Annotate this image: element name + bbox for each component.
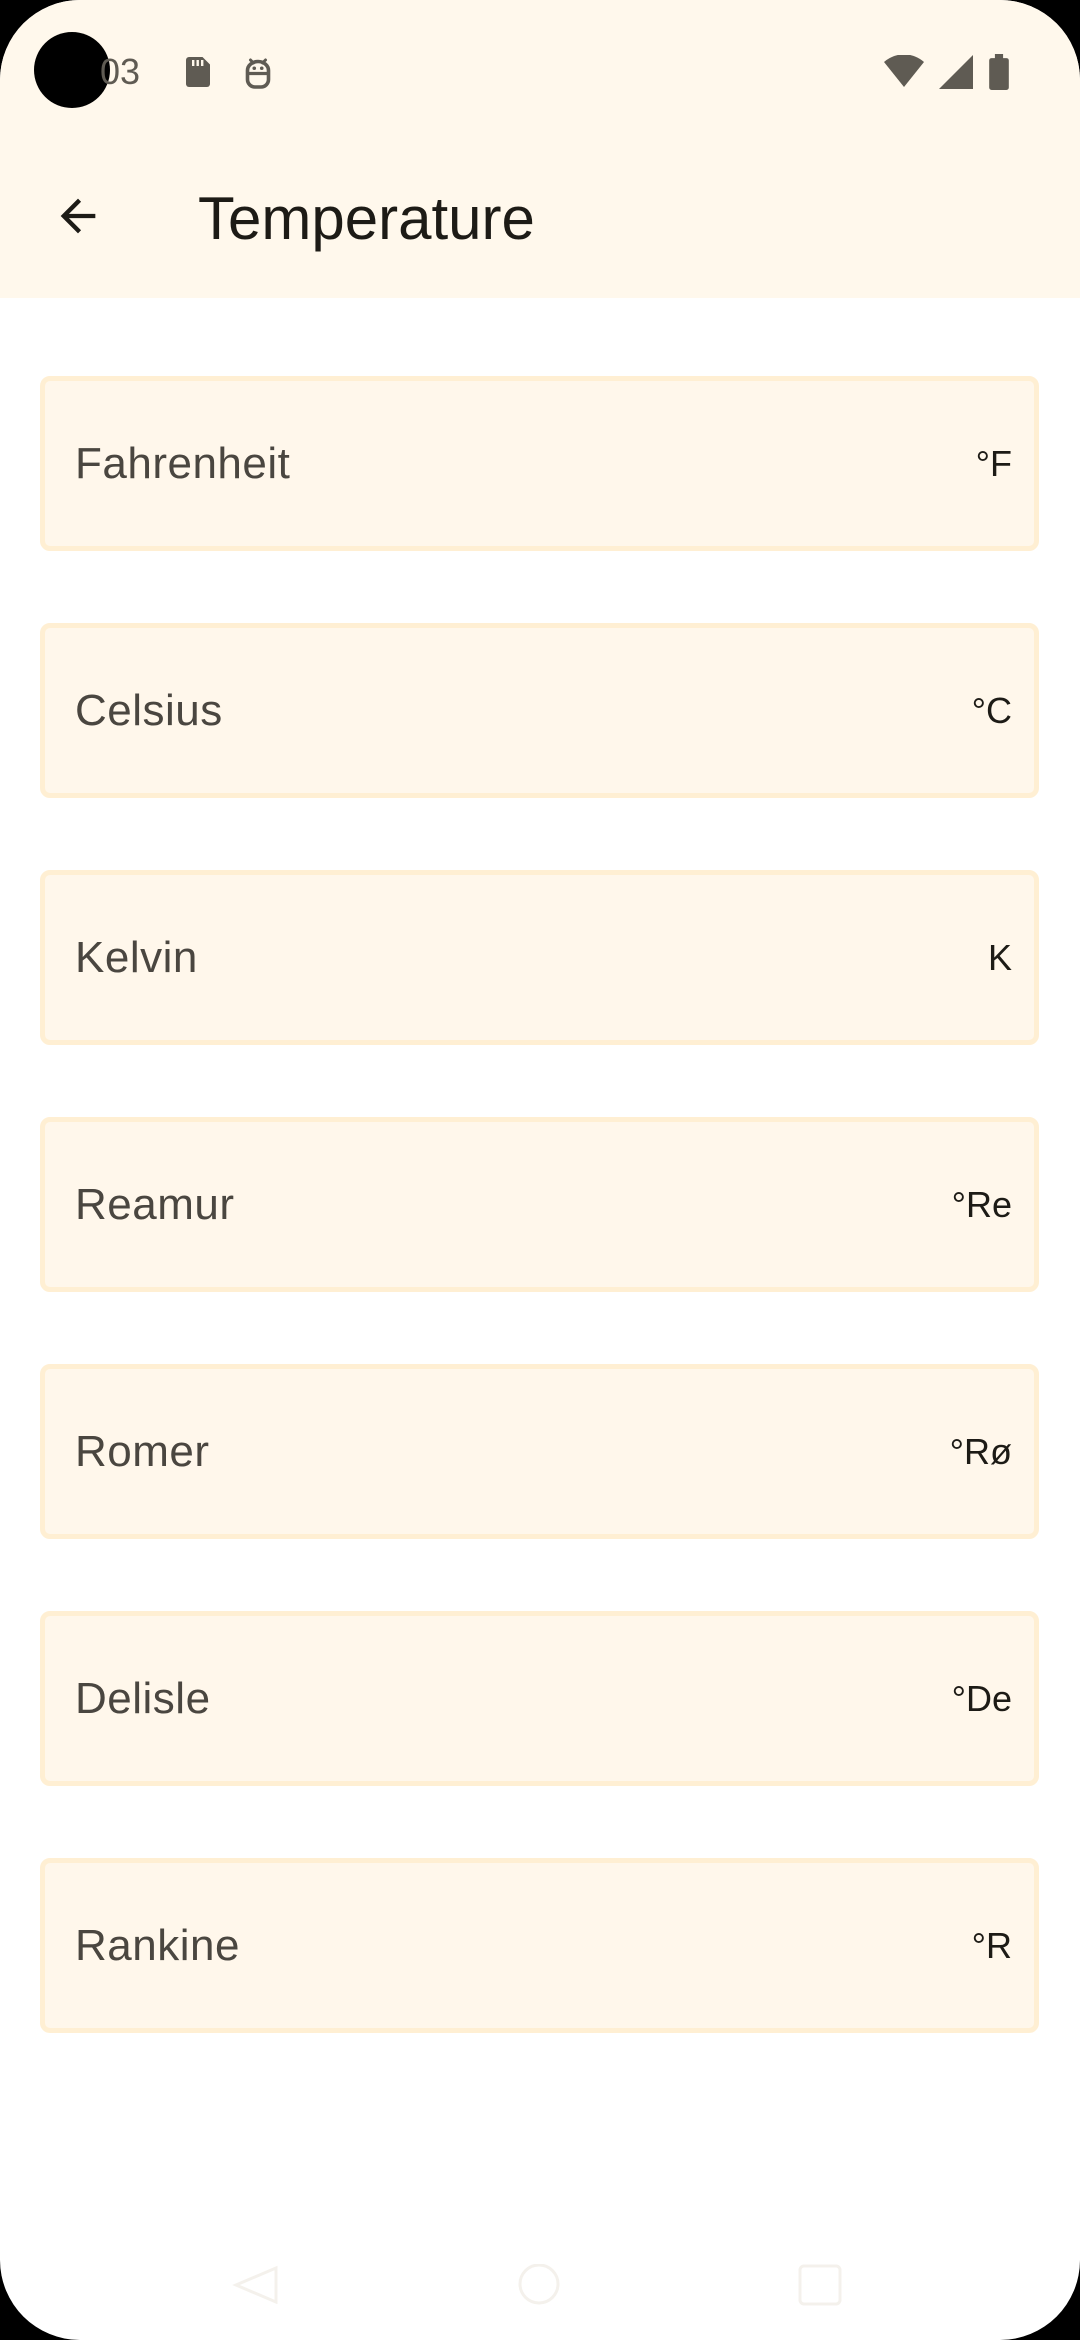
unit-card-delisle[interactable]: Delisle °De bbox=[40, 1611, 1039, 1786]
unit-card-rankine[interactable]: Rankine °R bbox=[40, 1858, 1039, 2033]
unit-symbol: °C bbox=[971, 689, 1012, 731]
sd-card-icon bbox=[180, 54, 216, 90]
unit-card-romer[interactable]: Romer °Rø bbox=[40, 1364, 1039, 1539]
unit-card-kelvin[interactable]: Kelvin K bbox=[40, 870, 1039, 1045]
unit-name: Romer bbox=[75, 1426, 210, 1476]
unit-list: Fahrenheit °F Celsius °C Kelvin K Reamur… bbox=[40, 376, 1039, 2105]
signal-icon bbox=[938, 54, 974, 94]
unit-card-reamur[interactable]: Reamur °Re bbox=[40, 1117, 1039, 1292]
page-title: Temperature bbox=[198, 185, 535, 252]
unit-symbol: °R bbox=[971, 1924, 1012, 1966]
app-bar: Temperature bbox=[0, 150, 1080, 298]
arrow-back-icon bbox=[52, 190, 104, 247]
nav-back-icon[interactable] bbox=[232, 2264, 278, 2309]
navigation-bar bbox=[0, 2240, 1080, 2340]
back-button[interactable] bbox=[38, 178, 118, 258]
unit-symbol: °Rø bbox=[949, 1430, 1012, 1472]
unit-name: Fahrenheit bbox=[75, 438, 291, 488]
nav-home-icon[interactable] bbox=[516, 2263, 562, 2315]
unit-card-celsius[interactable]: Celsius °C bbox=[40, 623, 1039, 798]
wifi-icon bbox=[884, 53, 924, 94]
screen: 03 Temperature Fahrenheit °F Celsius °C … bbox=[0, 0, 1080, 2340]
status-bar: 03 bbox=[0, 0, 1080, 150]
header-area: 03 Temperature bbox=[0, 0, 1080, 298]
battery-icon bbox=[988, 53, 1010, 95]
unit-symbol: °Re bbox=[951, 1183, 1012, 1225]
status-right-icons bbox=[884, 53, 1010, 95]
nav-recents-icon[interactable] bbox=[798, 2264, 844, 2315]
unit-card-fahrenheit[interactable]: Fahrenheit °F bbox=[40, 376, 1039, 551]
unit-name: Rankine bbox=[75, 1920, 240, 1970]
unit-name: Kelvin bbox=[75, 932, 198, 982]
unit-name: Celsius bbox=[75, 685, 223, 735]
unit-name: Reamur bbox=[75, 1179, 235, 1229]
unit-symbol: K bbox=[987, 936, 1012, 978]
camera-cutout bbox=[34, 32, 110, 108]
status-time: 03 bbox=[100, 51, 141, 92]
android-debug-icon bbox=[240, 54, 276, 90]
unit-symbol: °De bbox=[951, 1677, 1012, 1719]
unit-symbol: °F bbox=[975, 442, 1012, 484]
unit-name: Delisle bbox=[75, 1673, 211, 1723]
